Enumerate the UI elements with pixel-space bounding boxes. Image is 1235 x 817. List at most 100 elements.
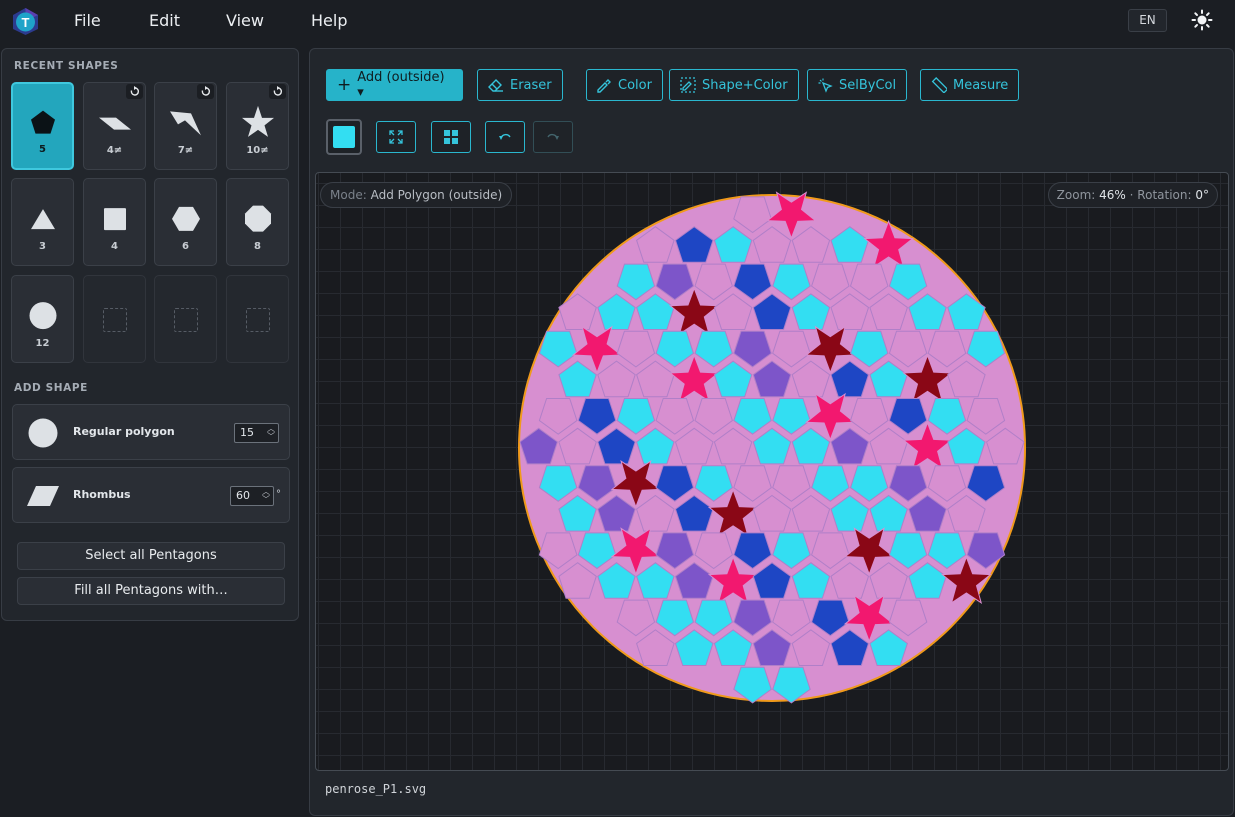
selbycol-label: SelByCol	[839, 77, 897, 93]
recent-shape-hexagon[interactable]: 6	[154, 178, 217, 266]
fit-view-button[interactable]	[376, 121, 416, 153]
recent-shape-triangle[interactable]: 3	[11, 178, 74, 266]
sidebar: RECENT SHAPES 5 4≠ 7≠ 10≠ 3 4 6 8 12 ADD…	[1, 48, 299, 621]
measure-button[interactable]: Measure	[920, 69, 1020, 101]
file-name: penrose_P1.svg	[325, 782, 427, 796]
current-color-swatch[interactable]	[326, 119, 362, 155]
dodecagon-icon	[29, 302, 56, 330]
select-by-color-button[interactable]: SelByCol	[807, 69, 908, 101]
shape-eyedropper-icon	[680, 77, 696, 93]
mode-value: Add Polygon (outside)	[370, 188, 503, 202]
undo-button[interactable]	[485, 121, 525, 153]
tile-label: 10≠	[246, 145, 269, 156]
star-icon	[241, 105, 274, 137]
measure-label: Measure	[953, 77, 1009, 93]
octagon-icon	[244, 205, 271, 232]
recent-shape-dart[interactable]: 7≠	[154, 82, 217, 170]
redo-icon	[547, 133, 559, 140]
tile-label: 5	[39, 144, 46, 155]
recent-shape-octagon[interactable]: 8	[226, 178, 289, 266]
select-all-pentagons-button[interactable]: Select all Pentagons	[17, 542, 285, 570]
eyedropper-icon	[597, 78, 611, 93]
color-button[interactable]: Color	[586, 69, 663, 101]
rhombus-angle-value: 60	[236, 489, 250, 502]
spinner-arrows-icon[interactable]: ︿ ﹀	[267, 425, 275, 441]
polygon-sides-input[interactable]: 15 ︿ ﹀	[234, 423, 279, 443]
recent-shape-rhombus[interactable]: 4≠	[83, 82, 146, 170]
app-logo-icon[interactable]: T	[11, 7, 40, 36]
spinner-arrows-icon[interactable]: ︿ ﹀	[262, 488, 270, 504]
tile-label: 6	[182, 241, 189, 252]
hexagon-icon	[171, 206, 200, 231]
triangle-icon	[30, 209, 55, 230]
add-button-label: Add (outside) ▾	[357, 70, 445, 100]
zoom-value: 46%	[1099, 188, 1126, 202]
grid-toggle-button[interactable]	[431, 121, 471, 153]
rhombus-icon	[27, 486, 59, 506]
eraser-icon	[488, 79, 503, 92]
empty-shape-slot	[226, 275, 289, 363]
menu-view[interactable]: View	[226, 11, 264, 30]
square-icon	[103, 208, 126, 231]
penrose-tiling[interactable]	[316, 173, 1229, 771]
redo-button[interactable]	[533, 121, 573, 153]
fill-all-pentagons-button[interactable]: Fill all Pentagons with…	[17, 577, 285, 605]
cursor-click-icon	[818, 78, 833, 93]
empty-slot-placeholder	[174, 308, 198, 332]
empty-shape-slot	[154, 275, 217, 363]
rhombus-angle-input[interactable]: 60 ︿ ﹀	[230, 486, 274, 506]
logo-letter: T	[22, 15, 30, 30]
rotation-value: 0°	[1195, 188, 1209, 202]
menu-help[interactable]: Help	[311, 11, 347, 30]
add-shape-title: ADD SHAPE	[14, 382, 88, 394]
mode-indicator: Mode: Add Polygon (outside)	[320, 182, 513, 208]
drawing-canvas[interactable]: Mode: Add Polygon (outside) Zoom: 46% · …	[315, 172, 1229, 771]
reset-icon[interactable]	[269, 84, 286, 99]
tile-label: 4	[111, 241, 118, 252]
empty-shape-slot	[83, 275, 146, 363]
dart-icon	[169, 111, 201, 136]
language-button[interactable]: EN	[1128, 9, 1167, 32]
regular-polygon-label: Regular polygon	[73, 425, 175, 438]
reset-icon[interactable]	[126, 84, 143, 99]
polygon-sides-value: 15	[240, 426, 254, 439]
empty-slot-placeholder	[103, 308, 127, 332]
recent-shape-square[interactable]: 4	[83, 178, 146, 266]
empty-slot-placeholder	[246, 308, 270, 332]
grid-icon	[444, 130, 458, 144]
menu-file[interactable]: File	[74, 11, 101, 30]
undo-icon	[499, 133, 511, 140]
tile-label: 8	[254, 241, 261, 252]
reset-icon[interactable]	[197, 84, 214, 99]
rhombus-label: Rhombus	[73, 488, 131, 501]
tile-label: 7≠	[177, 145, 194, 156]
rotation-key: Rotation:	[1137, 188, 1192, 202]
ruler-icon	[931, 77, 947, 93]
zoom-rotation-indicator: Zoom: 46% · Rotation: 0°	[1047, 182, 1218, 208]
add-rhombus-card[interactable]: Rhombus 60 ︿ ﹀ °	[12, 467, 290, 523]
recent-shape-pentagon[interactable]: 5	[11, 82, 74, 170]
theme-toggle-sun-icon[interactable]	[1191, 9, 1213, 31]
menu-bar: T File Edit View Help EN	[0, 0, 1235, 40]
recent-shape-star[interactable]: 10≠	[226, 82, 289, 170]
expand-icon	[389, 130, 403, 144]
main-panel: + Add (outside) ▾ Eraser Color Shape+Col…	[309, 48, 1234, 816]
shape-color-label: Shape+Color	[702, 77, 788, 93]
separator: ·	[1129, 188, 1134, 202]
pentagon-icon	[30, 110, 55, 134]
eraser-button[interactable]: Eraser	[477, 69, 563, 101]
tile-label: 3	[39, 241, 46, 252]
tile-label: 4≠	[106, 145, 123, 156]
regular-polygon-icon	[28, 418, 58, 448]
recent-shapes-title: RECENT SHAPES	[14, 60, 119, 72]
mode-key: Mode:	[330, 188, 367, 202]
eraser-label: Eraser	[510, 77, 552, 93]
add-regular-polygon-card[interactable]: Regular polygon 15 ︿ ﹀	[12, 404, 290, 460]
add-outside-dropdown-button[interactable]: + Add (outside) ▾	[326, 69, 463, 101]
shape-color-button[interactable]: Shape+Color	[669, 69, 799, 101]
color-label: Color	[618, 77, 652, 93]
menu-edit[interactable]: Edit	[149, 11, 180, 30]
tile-label: 12	[35, 338, 50, 349]
recent-shape-dodecagon[interactable]: 12	[11, 275, 74, 363]
current-color-fill	[333, 126, 355, 148]
